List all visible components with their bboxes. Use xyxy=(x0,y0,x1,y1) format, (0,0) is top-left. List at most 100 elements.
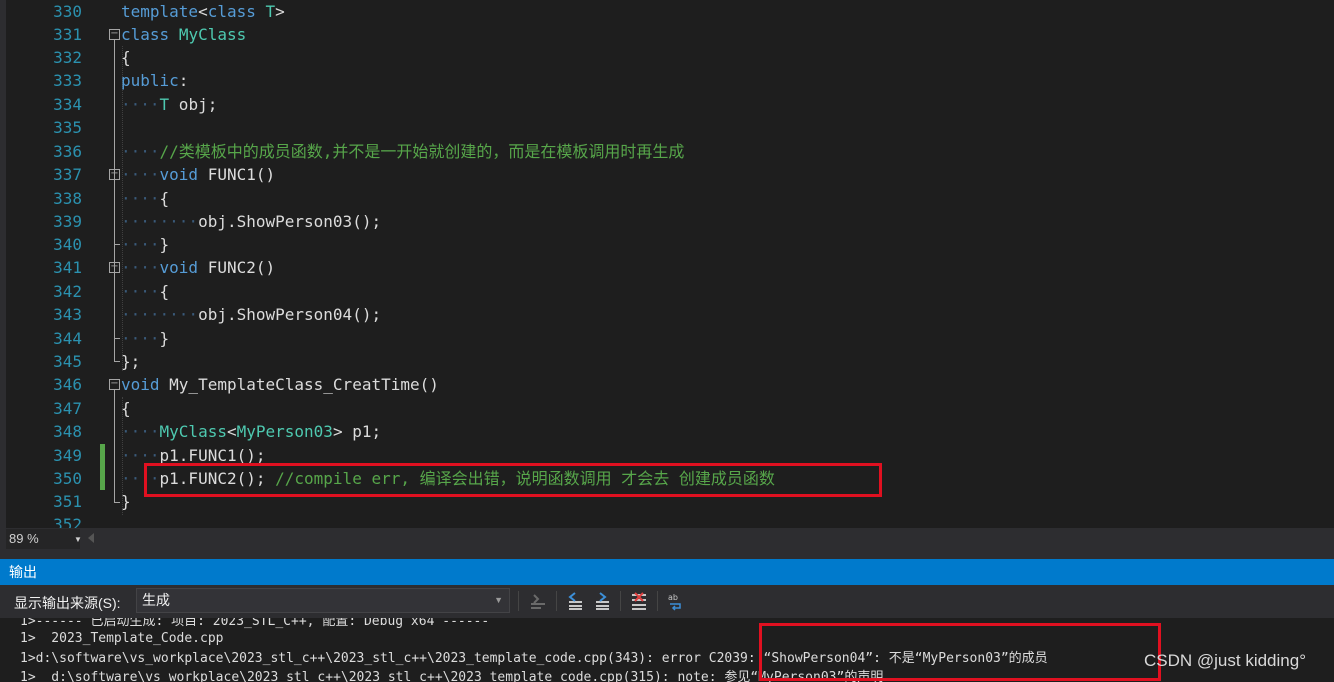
output-panel-title[interactable]: 输出 xyxy=(0,559,1334,585)
next-message-icon[interactable] xyxy=(592,591,612,611)
output-toolbar: 显示输出来源(S): 生成 ▼ ab xyxy=(0,585,1334,618)
code-text: My_TemplateClass_CreatTime() xyxy=(159,375,439,394)
line-number: 352 xyxy=(53,515,82,528)
punct: > xyxy=(275,2,285,21)
line-number: 335 xyxy=(53,118,82,137)
punct: } xyxy=(121,492,131,511)
output-title-label: 输出 xyxy=(9,564,37,580)
outline-line xyxy=(114,40,115,362)
code-line: ····{ xyxy=(121,280,169,303)
code-line: void My_TemplateClass_CreatTime() xyxy=(121,373,439,396)
toolbar-separator xyxy=(556,591,557,611)
outline-end xyxy=(114,244,120,245)
line-number: 344 xyxy=(53,329,82,348)
code-line: ····void FUNC2() xyxy=(121,256,275,279)
whitespace-dots: ···· xyxy=(121,142,160,161)
punct: { xyxy=(121,399,131,418)
output-source-value: 生成 xyxy=(142,592,170,608)
line-number: 346 xyxy=(53,375,82,394)
line-number: 338 xyxy=(53,189,82,208)
code-line: }; xyxy=(121,350,140,373)
punct: }; xyxy=(121,352,141,371)
code-editor[interactable]: 330 331 332 333 334 335 336 337 338 339 … xyxy=(0,0,1334,528)
whitespace-dots: ···· xyxy=(121,422,160,441)
code-text: obj.ShowPerson04(); xyxy=(198,305,382,324)
punct: } xyxy=(159,235,170,254)
line-number: 333 xyxy=(53,71,82,90)
line-number: 343 xyxy=(53,305,82,324)
clear-all-icon[interactable] xyxy=(629,591,649,611)
whitespace-dots: ···· xyxy=(121,165,160,184)
code-line: class MyClass xyxy=(121,23,246,46)
zoom-value: 89 % xyxy=(9,531,39,546)
whitespace-dots: ···· xyxy=(121,282,160,301)
outline-line xyxy=(114,390,115,502)
keyword: void xyxy=(159,258,199,277)
punct: < xyxy=(198,2,208,21)
whitespace-dots: ···· xyxy=(121,235,160,254)
code-line: } xyxy=(121,490,131,513)
keyword: class xyxy=(121,25,170,44)
prev-message-icon[interactable] xyxy=(565,591,585,611)
code-line: { xyxy=(121,397,131,420)
pane-splitter[interactable] xyxy=(0,550,1334,559)
changed-line-marker xyxy=(100,467,105,490)
output-source-select[interactable]: 生成 ▼ xyxy=(136,588,510,613)
keyword: void xyxy=(121,375,160,394)
find-message-icon[interactable] xyxy=(528,591,548,611)
scroll-left-arrow-icon[interactable] xyxy=(88,533,94,543)
code-text: FUNC1() xyxy=(198,165,276,184)
collapse-icon[interactable]: − xyxy=(109,29,120,40)
punct: < xyxy=(226,422,237,441)
word-wrap-icon[interactable]: ab xyxy=(666,591,686,611)
keyword: class xyxy=(207,2,256,21)
collapse-icon[interactable]: − xyxy=(109,262,120,273)
keyword: void xyxy=(159,165,199,184)
punct: : xyxy=(178,71,189,90)
annotation-highlight-box xyxy=(144,463,882,497)
code-line: ····} xyxy=(121,233,169,256)
toolbar-separator xyxy=(518,591,519,611)
output-line: 1> 2023_Template_Code.cpp xyxy=(20,631,224,646)
line-number: 340 xyxy=(53,235,82,254)
line-number: 342 xyxy=(53,282,82,301)
type-name: MyClass xyxy=(159,422,227,441)
output-source-label: 显示输出来源(S): xyxy=(14,595,121,611)
toolbar-separator xyxy=(620,591,621,611)
svg-text:ab: ab xyxy=(668,593,678,602)
keyword: public xyxy=(121,71,179,90)
whitespace-dots: ········ xyxy=(121,212,199,231)
code-line: ····void FUNC1() xyxy=(121,163,275,186)
code-line: ····T obj; xyxy=(121,93,217,116)
keyword: template xyxy=(121,2,199,21)
code-line: { xyxy=(121,46,131,69)
zoom-dropdown[interactable]: 89 % ▼ xyxy=(6,529,82,549)
code-text: obj; xyxy=(169,95,218,114)
whitespace-dots: ···· xyxy=(121,189,160,208)
code-line: ········obj.ShowPerson03(); xyxy=(121,210,381,233)
type-name: MyClass xyxy=(178,25,247,44)
editor-horizontal-scrollbar[interactable]: 89 % ▼ xyxy=(0,528,1334,550)
collapse-icon[interactable]: − xyxy=(109,379,120,390)
code-text: p1; xyxy=(342,422,382,441)
line-number: 331 xyxy=(53,25,82,44)
watermark: CSDN @just kidding° xyxy=(1144,651,1306,670)
whitespace-dots: ···· xyxy=(121,329,160,348)
line-number: 339 xyxy=(53,212,82,231)
outline-end xyxy=(114,361,120,362)
line-number: 341 xyxy=(53,258,82,277)
line-number: 345 xyxy=(53,352,82,371)
outline-end xyxy=(114,338,120,339)
punct: { xyxy=(121,48,131,67)
type-name: MyPerson03 xyxy=(236,422,333,441)
collapse-icon[interactable]: − xyxy=(109,169,120,180)
code-line: ····MyClass<MyPerson03> p1; xyxy=(121,420,381,443)
code-text-area[interactable]: template<class T> class MyClass { public… xyxy=(121,0,1334,528)
code-line: ····{ xyxy=(121,187,169,210)
line-number: 330 xyxy=(53,2,82,21)
line-number: 349 xyxy=(53,446,82,465)
line-number: 348 xyxy=(53,422,82,441)
type-name: T xyxy=(265,2,276,21)
line-number: 334 xyxy=(53,95,82,114)
line-number: 351 xyxy=(53,492,82,511)
